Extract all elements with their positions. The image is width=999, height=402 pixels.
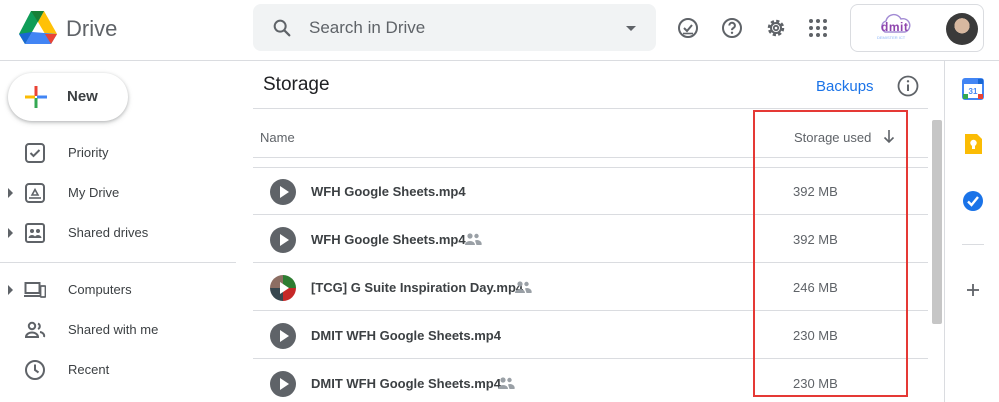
storage-view: Storage Backups Name Storage used WFH Go… [253,61,928,402]
my-drive-icon [25,183,45,203]
file-name: DMIT WFH Google Sheets.mp4 [311,328,501,343]
title-divider [253,108,928,109]
file-name: DMIT WFH Google Sheets.mp4 [311,376,501,391]
shared-with-me-icon [24,321,46,338]
shared-people-icon [465,233,482,245]
sidebar-item-label: Shared drives [68,225,149,240]
table-row[interactable]: [TCG] G Suite Inspiration Day.mp4 246 MB [253,263,928,311]
sort-arrow-down-icon[interactable] [881,128,897,144]
keep-icon[interactable] [962,133,984,155]
sidebar: New Priority My Drive Shared drives Comp… [0,61,240,402]
account-switcher[interactable]: dmit DEMISTER ICT [850,4,984,52]
video-thumbnail-icon [270,371,296,397]
sidebar-item-label: Priority [68,145,109,160]
video-thumbnail-icon [270,179,296,205]
search-options-icon[interactable] [621,18,641,38]
add-addon-icon[interactable] [962,279,984,301]
table-row[interactable]: WFH Google Sheets.mp4 392 MB [253,167,928,215]
brand-title: Drive [66,16,118,41]
expand-caret-icon[interactable] [8,228,13,238]
table-row[interactable]: WFH Google Sheets.mp4 392 MB [253,215,928,263]
sidebar-divider [0,262,236,263]
help-icon[interactable] [720,16,744,40]
column-header-name[interactable]: Name [260,130,295,145]
search-icon[interactable] [271,17,293,39]
file-name: WFH Google Sheets.mp4 [311,184,466,199]
sidebar-item-label: My Drive [68,185,120,200]
priority-icon [25,143,45,163]
play-icon [280,330,289,342]
shared-people-icon [498,377,515,389]
sidebar-item-recent[interactable]: Recent [0,354,236,386]
table-row[interactable]: DMIT WFH Google Sheets.mp4 230 MB [253,359,928,402]
search-input[interactable] [309,14,609,42]
video-thumbnail-icon [270,275,296,301]
sidebar-item-label: Recent [68,362,110,377]
play-icon [280,282,289,294]
computers-icon [24,282,46,298]
column-header-storage-used[interactable]: Storage used [794,130,871,145]
scrollbar[interactable] [932,120,942,324]
expand-caret-icon[interactable] [8,285,13,295]
file-size: 230 MB [793,328,838,343]
org-logo-subtitle: DEMISTER ICT [877,35,906,40]
play-icon [280,234,289,246]
org-logo-text: dmit [881,20,909,34]
settings-icon[interactable] [764,16,788,40]
header-divider [253,157,928,158]
plus-icon [25,86,47,108]
avatar[interactable] [946,13,978,45]
expand-caret-icon[interactable] [8,188,13,198]
shared-drives-icon [25,223,45,243]
info-icon[interactable] [896,74,920,98]
file-size: 392 MB [793,232,838,247]
new-button-label: New [67,88,98,105]
sidebar-item-shared-with-me[interactable]: Shared with me [0,314,236,346]
play-icon [280,186,289,198]
apps-grid-icon[interactable] [806,16,830,40]
side-panel-divider [962,244,984,245]
tasks-icon[interactable] [962,190,984,212]
drive-logo-icon[interactable] [18,10,58,46]
recent-icon [25,360,45,380]
search-bar[interactable] [253,4,656,51]
calendar-day: 31 [969,87,978,96]
shared-people-icon [515,281,532,293]
page-title: Storage [263,74,330,95]
play-icon [280,378,289,390]
sidebar-item-priority[interactable]: Priority [0,137,236,169]
table-row[interactable]: DMIT WFH Google Sheets.mp4 230 MB [253,311,928,359]
sidebar-item-label: Shared with me [68,322,159,337]
file-size: 230 MB [793,376,838,391]
file-name: [TCG] G Suite Inspiration Day.mp4 [311,280,524,295]
side-panel: 31 [944,61,999,402]
offline-ready-icon[interactable] [676,16,700,40]
sidebar-item-computers[interactable]: Computers [0,274,236,306]
sidebar-item-my-drive[interactable]: My Drive [0,177,236,209]
file-size: 392 MB [793,184,838,199]
video-thumbnail-icon [270,227,296,253]
file-size: 246 MB [793,280,838,295]
calendar-icon[interactable]: 31 [962,78,984,100]
file-name: WFH Google Sheets.mp4 [311,232,466,247]
backups-link[interactable]: Backups [816,78,874,95]
sidebar-item-label: Computers [68,282,132,297]
sidebar-item-shared-drives[interactable]: Shared drives [0,217,236,249]
video-thumbnail-icon [270,323,296,349]
org-logo: dmit DEMISTER ICT [875,12,915,44]
new-button[interactable]: New [8,73,128,121]
top-bar: Drive dm [0,0,999,61]
